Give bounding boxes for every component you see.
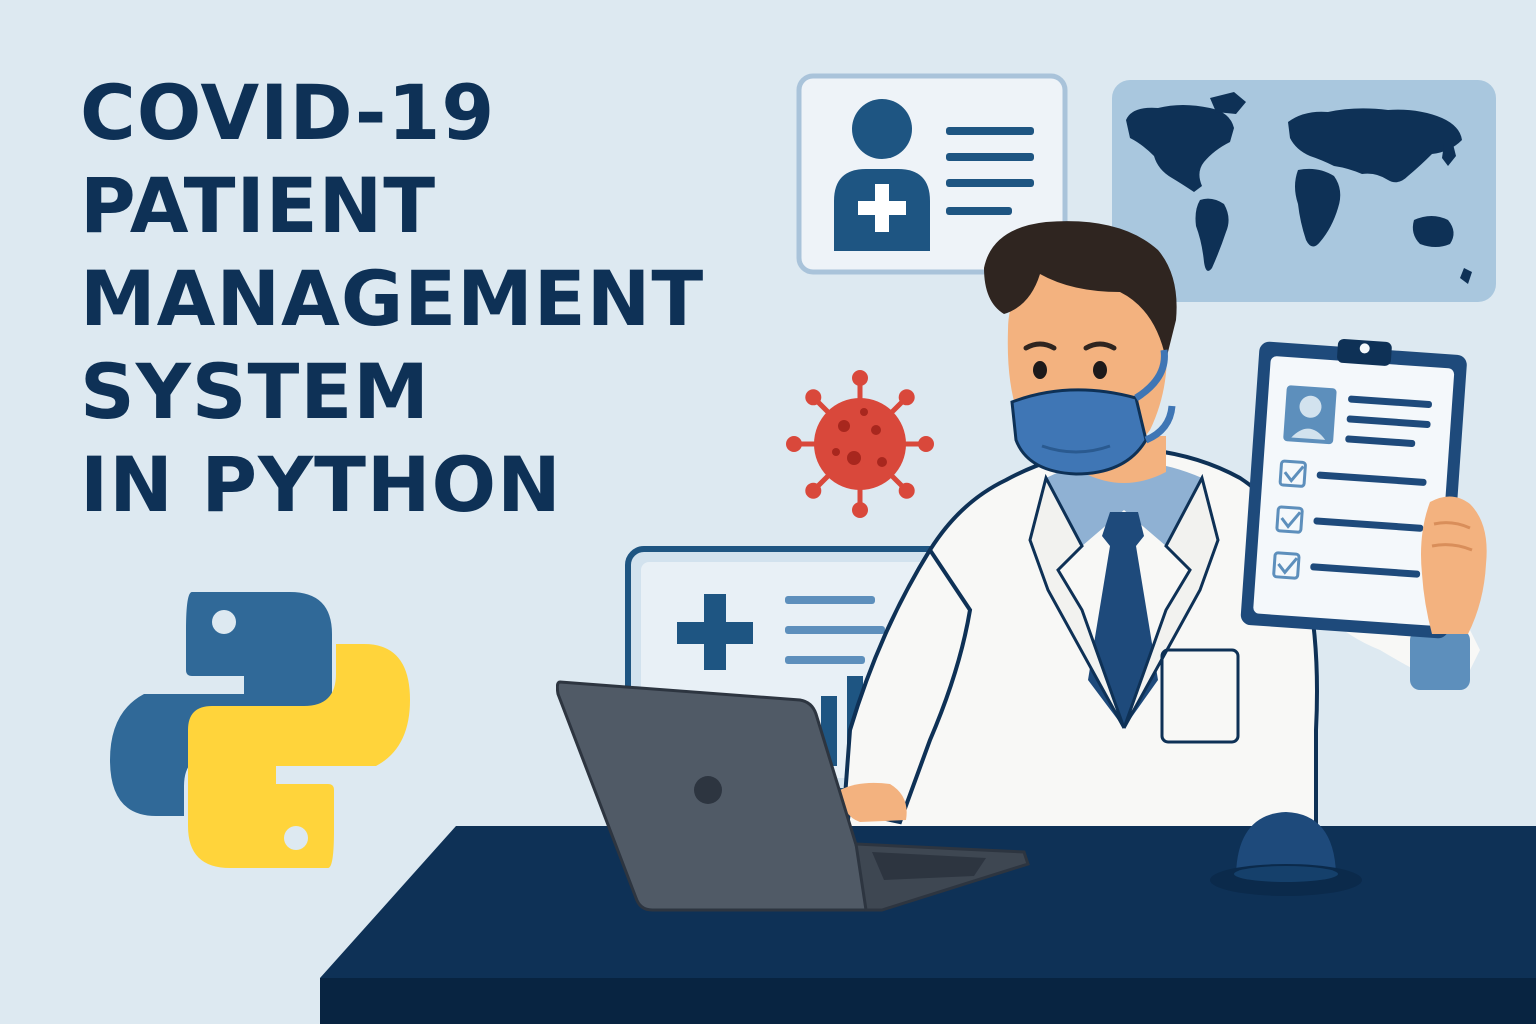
title-line-1: COVID-19 <box>80 68 496 157</box>
doctor-hand <box>1421 496 1487 634</box>
title-line-4: SYSTEM <box>80 347 430 436</box>
title-line-3: MANAGEMENT <box>80 254 705 343</box>
illustration: COVID-19 PATIENT MANAGEMENT SYSTEM IN PY… <box>0 0 1536 1024</box>
title-line-2: PATIENT <box>80 161 437 250</box>
desk-bell-icon <box>1210 812 1362 896</box>
title-line-5: IN PYTHON <box>80 440 562 529</box>
page-title: COVID-19 PATIENT MANAGEMENT SYSTEM IN PY… <box>80 66 820 531</box>
laptop-icon <box>556 680 1030 912</box>
